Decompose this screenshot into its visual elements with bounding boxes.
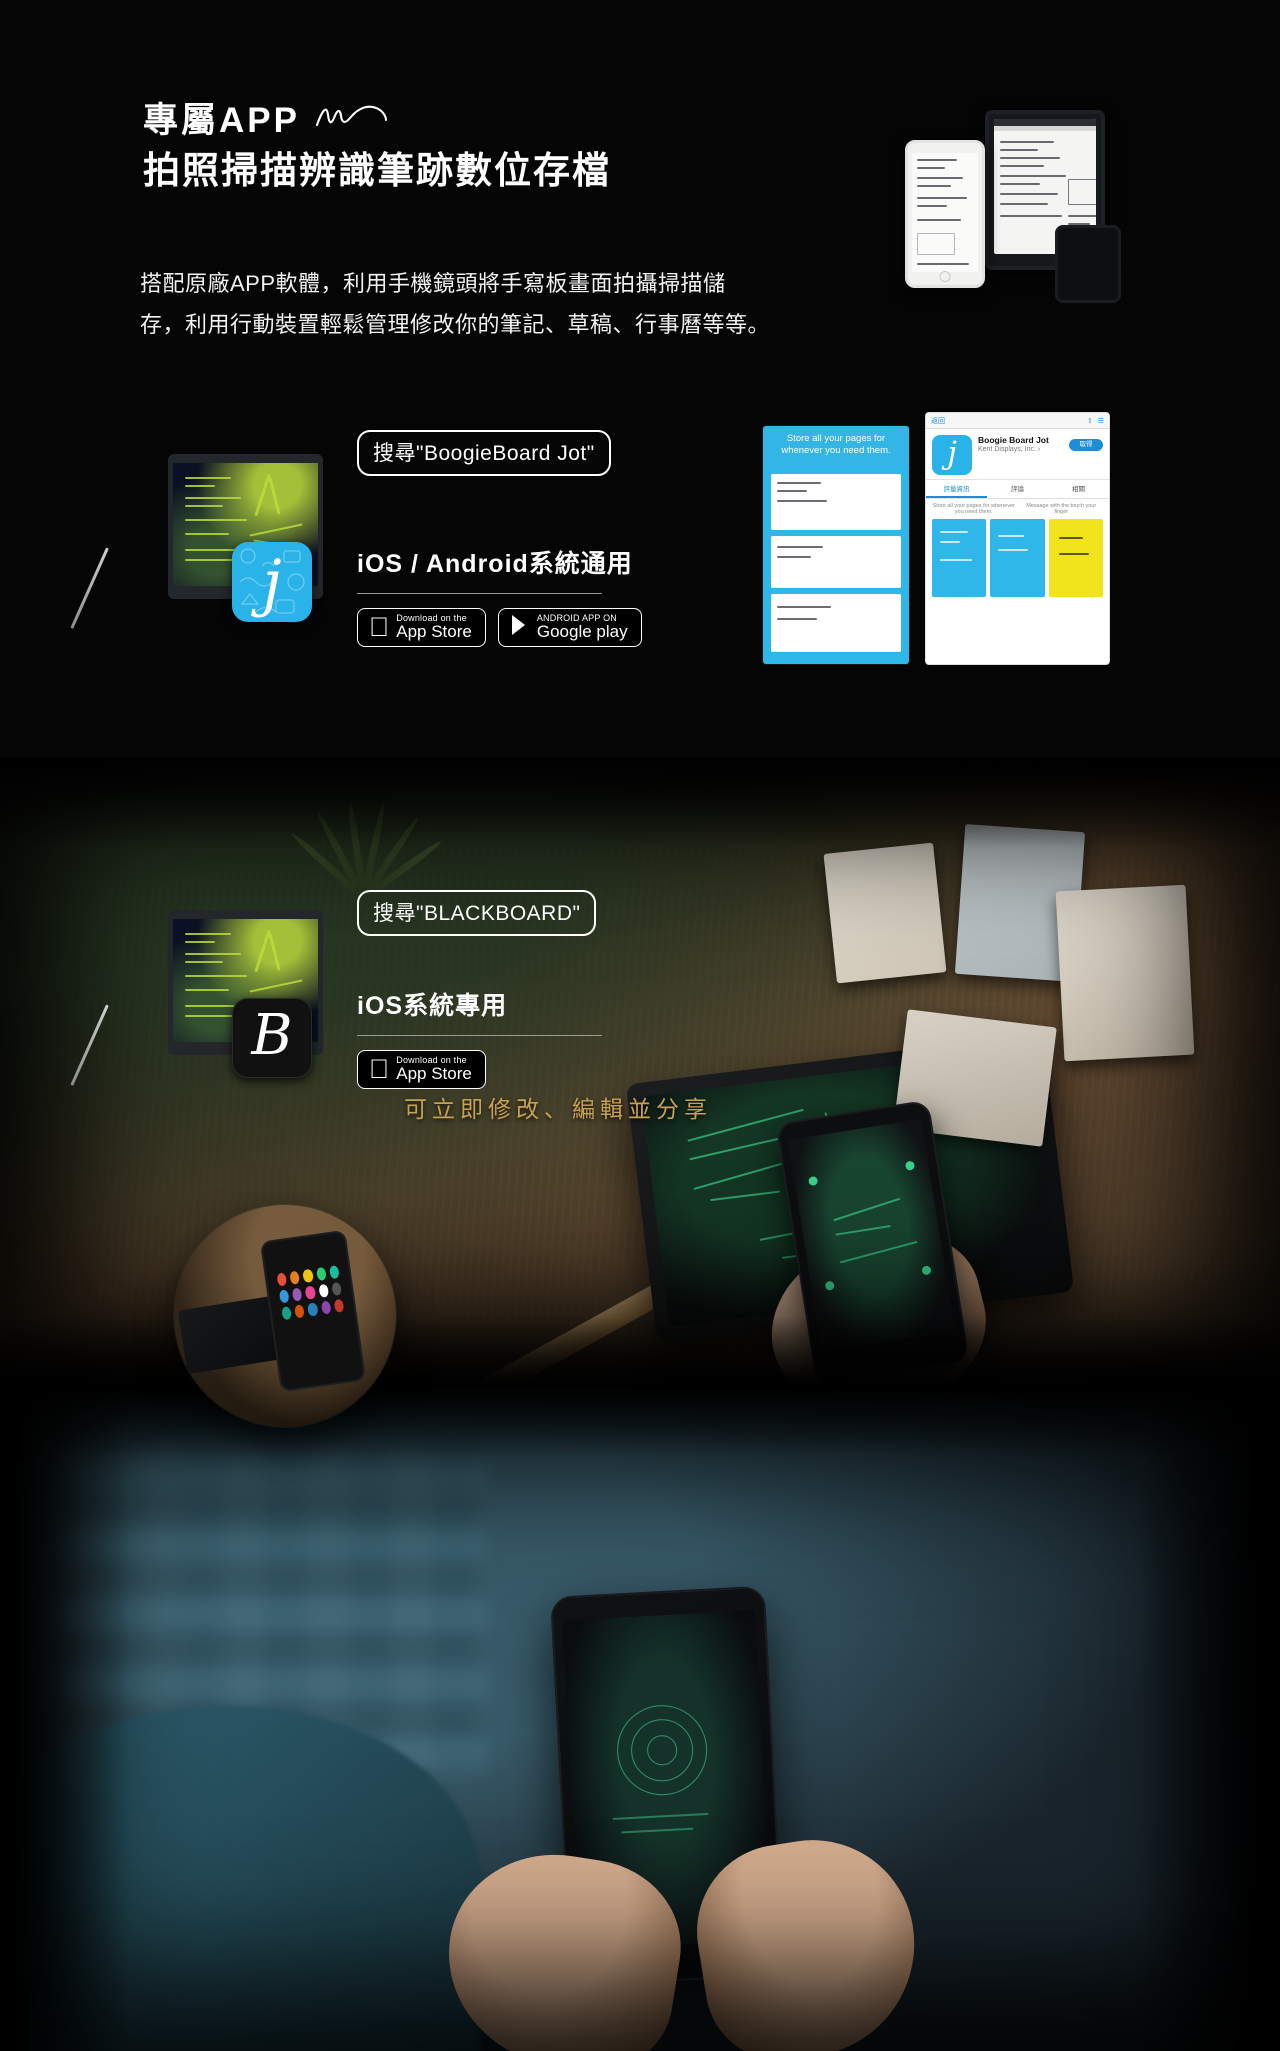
- menu-icon[interactable]: ☰: [1098, 417, 1104, 425]
- bottom-photo-section: [0, 1386, 1280, 2051]
- divider-rule: [357, 593, 602, 594]
- white-phone-screen: [912, 153, 978, 272]
- app-listing-meta: Boogie Board Jot Kent Displays, Inc. ›: [978, 435, 1063, 453]
- get-button[interactable]: 取得: [1069, 439, 1103, 451]
- android-promo-text: Store all your pages for whenever you ne…: [763, 426, 909, 466]
- jot-app-icon[interactable]: j: [232, 542, 312, 622]
- paragraph-line-1: 搭配原廠APP軟體，利用手機鏡頭將手寫板畫面拍攝掃描儲: [140, 271, 726, 296]
- circular-inset-photo: [174, 1205, 396, 1427]
- apple-icon: : [369, 1056, 389, 1083]
- jot-text-block: 搜尋"BoogieBoard Jot" iOS / Android系統通用  …: [357, 430, 642, 648]
- app-store-big-label: App Store: [376, 622, 472, 642]
- share-icon[interactable]: ⇧: [1087, 417, 1093, 425]
- apple-icon: : [369, 614, 389, 641]
- app-store-button-jot[interactable]:  Download on the App Store: [357, 608, 486, 648]
- paragraph-line-2: 存，利用行動裝置輕鬆管理修改你的筆記、草稿、行事曆等等。: [140, 312, 771, 337]
- tab-reviews[interactable]: 評論: [987, 480, 1048, 498]
- bottom-vignette: [0, 1386, 1280, 2051]
- app-store-button-blackboard[interactable]:  Download on the App Store: [357, 1050, 486, 1090]
- screenshot-thumbnails: [926, 519, 1109, 597]
- screenshot-captions: Store all your pages for whenever you ne…: [926, 499, 1109, 519]
- blackboard-os-label: iOS系統專用: [357, 992, 508, 1020]
- stylus-pen-blackboard: [70, 1004, 109, 1087]
- thumbnail-3[interactable]: [1048, 519, 1103, 597]
- tablet-status-bar: [994, 119, 1096, 126]
- headline-block: 專屬APP 拍照掃描辨識筆跡數位存檔: [143, 98, 611, 196]
- android-screenshot-body: [763, 466, 909, 664]
- ios-app-store-screenshot: 返回 ⇧ ☰ j Boogie Board Jot Kent Displays,…: [925, 412, 1110, 665]
- thumbnail-2[interactable]: [990, 519, 1045, 597]
- hero-paragraph: 搭配原廠APP軟體，利用手機鏡頭將手寫板畫面拍攝掃描儲 存，利用行動裝置輕鬆管理…: [140, 263, 771, 345]
- headline-line-1-text: 專屬APP: [143, 101, 300, 140]
- app-store-big-label-bb: App Store: [376, 1064, 472, 1084]
- app-title: Boogie Board Jot: [978, 435, 1049, 445]
- back-button[interactable]: 返回: [931, 416, 945, 426]
- android-app-screenshot: Store all your pages for whenever you ne…: [762, 425, 910, 665]
- dark-phone-mock: [1055, 225, 1121, 303]
- blackboard-app-icon[interactable]: B: [232, 998, 312, 1078]
- jot-icon-letter: j: [262, 546, 282, 619]
- stylus-pen: [70, 547, 109, 630]
- blackboard-store-buttons:  Download on the App Store: [357, 1050, 602, 1090]
- photo-top-fade: [0, 758, 1280, 848]
- color-palette: [276, 1265, 345, 1331]
- app-listing-header: j Boogie Board Jot Kent Displays, Inc. ›…: [926, 429, 1109, 479]
- google-play-big-label: Google play: [516, 622, 628, 642]
- inset-phone: [259, 1229, 367, 1393]
- headline-line-2: 拍照掃描辨識筆跡數位存檔: [143, 150, 611, 191]
- app-screenshot-group: Store all your pages for whenever you ne…: [762, 400, 1162, 665]
- hero-device-cluster: [700, 105, 1121, 305]
- jot-store-buttons:  Download on the App Store: [357, 608, 642, 648]
- product-page: 專屬APP 拍照掃描辨識筆跡數位存檔 搭配原廠APP軟體，利用手機鏡頭將手寫板畫…: [0, 0, 1280, 2051]
- app-listing-icon: j: [932, 435, 972, 475]
- tablet-toolbar: [994, 126, 1096, 131]
- google-play-button-jot[interactable]: ANDROID APP ON Google play: [497, 608, 642, 648]
- blackboard-text-block: 搜尋"BLACKBOARD" iOS系統專用  Download on the…: [357, 890, 602, 1090]
- jot-os-label: iOS / Android系統通用: [357, 550, 633, 578]
- jot-search-badge: 搜尋"BoogieBoard Jot": [357, 430, 611, 476]
- headline-line-1: 專屬APP: [143, 98, 611, 144]
- app-developer[interactable]: Kent Displays, Inc. ›: [978, 446, 1063, 453]
- caption-left: Store all your pages for whenever you ne…: [932, 503, 1015, 515]
- gold-caption: 可立即修改、編輯並分享: [404, 1097, 712, 1123]
- divider-rule-blackboard: [357, 1035, 602, 1036]
- app-listing-tabs: 評量資訊 評論 相關: [926, 479, 1109, 499]
- thumbnail-1[interactable]: [932, 519, 987, 597]
- caption-right: Message with the touch your finger: [1026, 503, 1097, 515]
- bottom-top-fade: [0, 1386, 1280, 1456]
- blackboard-search-badge: 搜尋"BLACKBOARD": [357, 890, 597, 936]
- tab-related[interactable]: 相關: [1048, 480, 1109, 498]
- ios-nav-bar: 返回 ⇧ ☰: [926, 413, 1109, 429]
- tab-details[interactable]: 評量資訊: [926, 480, 987, 498]
- hero-section: 專屬APP 拍照掃描辨識筆跡數位存檔 搭配原廠APP軟體，利用手機鏡頭將手寫板畫…: [0, 0, 1280, 760]
- blackboard-icon-letter: B: [251, 1003, 293, 1068]
- signature-swoosh-icon: [314, 98, 388, 144]
- white-phone-mock: [905, 140, 985, 288]
- google-play-icon: [510, 614, 530, 641]
- phone-home-button: [939, 271, 951, 282]
